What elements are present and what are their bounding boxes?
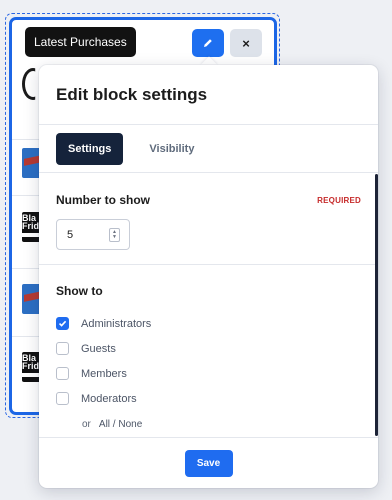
settings-form: Number to show REQUIRED 5 ▲ ▼ Show to Ad… [39,174,376,438]
thumbnail-text: Bla Frid [22,353,39,371]
edit-block-button[interactable] [192,29,224,57]
checkbox-row-administrators[interactable]: Administrators [56,311,359,336]
close-icon: × [242,35,250,51]
widget-title: Latest Purchases [25,27,136,57]
number-to-show-field: Number to show REQUIRED 5 ▲ ▼ [39,174,376,265]
moderators-label: Moderators [81,392,137,405]
popup-title: Edit block settings [56,84,208,104]
scrollbar[interactable] [375,174,378,436]
popup-header: Edit block settings [39,65,378,125]
widget-row-divider [12,195,42,196]
checkbox-row-moderators[interactable]: Moderators [56,386,359,411]
widget-row-divider [12,268,42,269]
thumbnail-text: Bla Frid [22,213,39,231]
remove-block-button[interactable]: × [230,29,262,57]
select-all-row: or All / None [56,411,359,438]
checkbox-row-members[interactable]: Members [56,361,359,386]
checkmark-icon [58,320,67,327]
settings-tabs: Settings Visibility [39,125,378,173]
members-label: Members [81,367,127,380]
required-badge: REQUIRED [317,195,361,205]
administrators-label: Administrators [81,317,152,330]
pencil-icon [204,39,212,47]
save-button[interactable]: Save [184,449,233,477]
guests-checkbox[interactable] [56,342,69,355]
tab-visibility[interactable]: Visibility [137,133,206,165]
edit-block-settings-popup: Edit block settings Settings Visibility … [39,65,378,488]
all-none-link[interactable]: All / None [99,419,142,430]
widget-row-divider [12,336,42,337]
number-stepper[interactable]: ▲ ▼ [109,227,120,242]
chevron-down-icon: ▼ [112,233,117,240]
number-value: 5 [67,228,74,241]
moderators-checkbox[interactable] [56,392,69,405]
show-to-field: Show to Administrators Guests Members Mo… [39,265,376,438]
popup-footer: Save [39,437,378,488]
or-text: or [82,419,91,430]
guests-label: Guests [81,342,116,355]
tab-settings[interactable]: Settings [56,132,124,165]
checkbox-row-guests[interactable]: Guests [56,336,359,361]
number-to-show-input[interactable]: 5 ▲ ▼ [56,219,130,250]
number-to-show-label: Number to show [56,193,151,207]
members-checkbox[interactable] [56,367,69,380]
widget-row-divider [12,139,42,140]
show-to-label: Show to [56,284,103,298]
administrators-checkbox[interactable] [56,317,69,330]
